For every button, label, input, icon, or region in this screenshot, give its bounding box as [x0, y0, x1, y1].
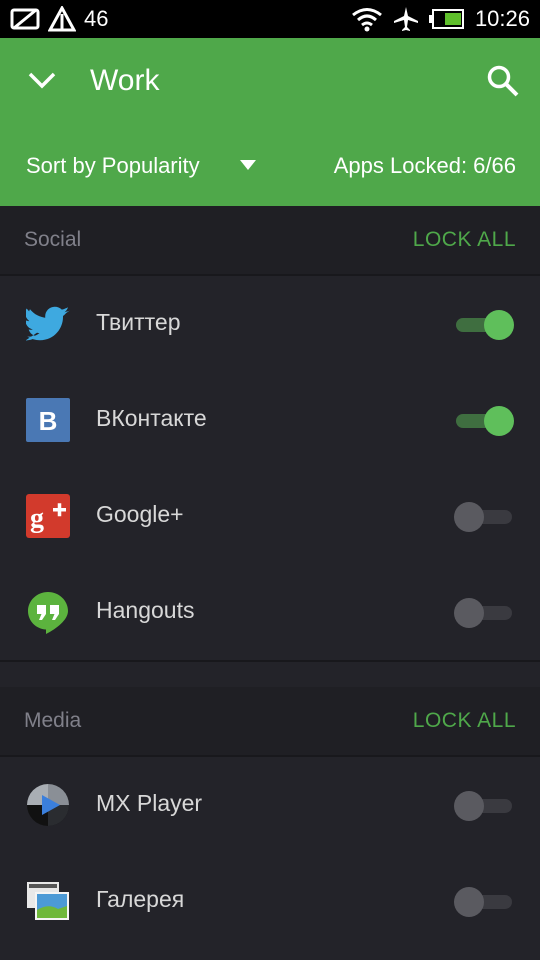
app-name: ВКонтакте [96, 405, 207, 431]
chevron-down-icon[interactable] [26, 68, 58, 94]
divider [0, 660, 540, 662]
status-bar: 46 10:26 [0, 0, 540, 38]
svg-text:B: B [39, 406, 58, 436]
screen-off-icon [10, 8, 40, 30]
app-row-gallery[interactable]: Галерея [0, 853, 540, 949]
section-title: Social [24, 228, 82, 251]
app-row-mx-player[interactable]: MX Player [0, 757, 540, 853]
app-row-vk[interactable]: B ВКонтакте [0, 372, 540, 468]
caret-down-icon[interactable] [240, 160, 256, 170]
lock-all-button[interactable]: LOCK ALL [413, 709, 516, 733]
section-header-media: Media LOCK ALL [0, 687, 540, 757]
sort-dropdown[interactable]: Sort by Popularity [26, 153, 200, 179]
airplane-icon [393, 7, 418, 31]
app-name: Галерея [96, 886, 185, 912]
lock-toggle[interactable] [454, 404, 514, 436]
vk-icon: B [26, 398, 70, 442]
lock-toggle[interactable] [454, 885, 514, 917]
app-row-twitter[interactable]: Твиттер [0, 276, 540, 372]
lock-all-button[interactable]: LOCK ALL [413, 228, 516, 252]
apps-locked-count: Apps Locked: 6/66 [333, 153, 516, 178]
hangouts-icon [28, 592, 68, 634]
section-title: Media [24, 709, 82, 732]
app-name: MX Player [96, 790, 203, 816]
gallery-icon [27, 882, 69, 920]
signal-icon [48, 6, 76, 32]
google-plus-icon: g [26, 494, 70, 538]
app-name: Google+ [96, 501, 184, 527]
svg-text:g: g [30, 503, 44, 534]
app-row-hangouts[interactable]: Hangouts [0, 564, 540, 660]
lock-toggle[interactable] [454, 596, 514, 628]
battery-icon [428, 9, 464, 29]
app-name: Твиттер [96, 309, 181, 335]
lock-toggle[interactable] [454, 500, 514, 532]
search-icon[interactable] [486, 64, 520, 98]
section-header-social: Social LOCK ALL [0, 206, 540, 276]
app-bar: Work Sort by Popularity Apps Locked: 6/6… [0, 38, 540, 206]
mx-player-icon [27, 784, 69, 826]
twitter-icon [26, 306, 70, 341]
lock-toggle[interactable] [454, 789, 514, 821]
app-name: Hangouts [96, 597, 195, 623]
page-title: Work [90, 64, 160, 97]
app-row-google-plus[interactable]: g Google+ [0, 468, 540, 564]
lock-toggle[interactable] [454, 308, 514, 340]
network-type: 46 [84, 6, 109, 31]
wifi-icon [352, 8, 382, 32]
clock: 10:26 [474, 6, 530, 31]
